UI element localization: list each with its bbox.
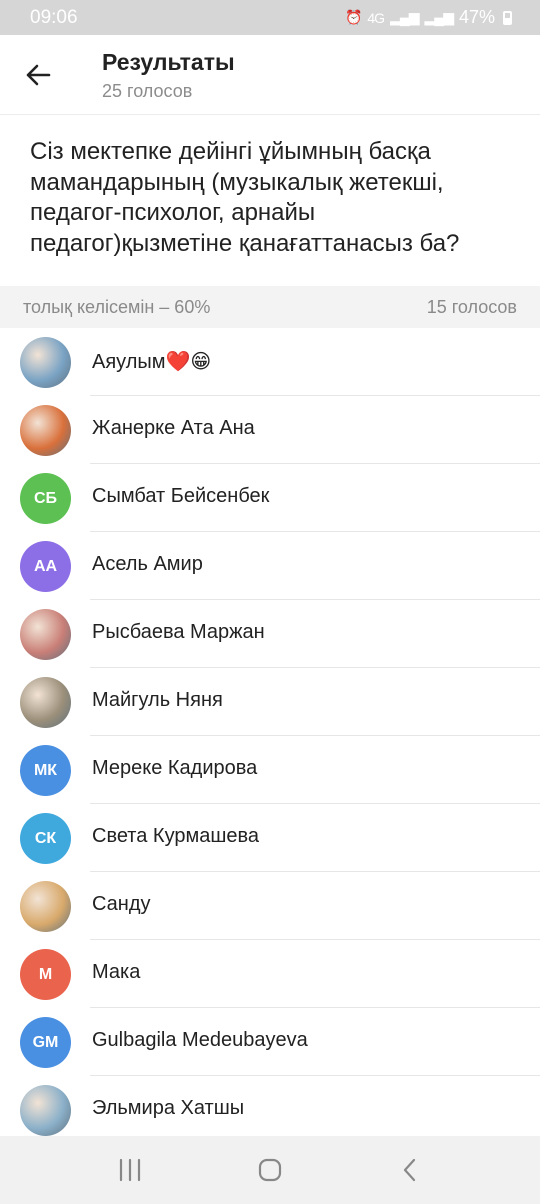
voter-row[interactable]: СБ Сымбат Бейсенбек [0, 464, 540, 532]
voter-name: Мереке Кадирова [92, 757, 258, 779]
nav-back-button[interactable] [380, 1150, 440, 1190]
voter-name: Майгуль Няня [92, 689, 223, 711]
voter-row[interactable]: МК Мереке Кадирова [0, 736, 540, 804]
avatar-photo [20, 609, 71, 660]
page-title: Результаты [102, 49, 235, 75]
voter-row[interactable]: СК Света Курмашева [0, 804, 540, 872]
voter-row[interactable]: GM Gulbagila Medeubayeva [0, 1008, 540, 1076]
avatar-photo [20, 405, 71, 456]
avatar-initials: АА [20, 541, 71, 592]
recent-apps-button[interactable] [100, 1150, 160, 1190]
avatar-initials: М [20, 949, 71, 1000]
voter-name: Жанерке Ата Ана [92, 417, 255, 439]
voter-name: Асель Амир [92, 553, 203, 575]
voter-row[interactable]: М Мака [0, 940, 540, 1008]
voter-name: Санду [92, 893, 151, 915]
avatar-initials: СК [20, 813, 71, 864]
voter-name: Сымбат Бейсенбек [92, 485, 270, 507]
avatar-initials: МК [20, 745, 71, 796]
recent-apps-icon [119, 1158, 141, 1182]
voter-name: Света Курмашева [92, 825, 260, 847]
avatar-photo [20, 337, 71, 388]
option-votes: 15 голосов [426, 296, 517, 317]
avatar-photo [20, 881, 71, 932]
avatar-photo [20, 1085, 71, 1136]
voter-name: Аяулым❤️😁 [92, 351, 212, 373]
nav-back-icon [403, 1158, 416, 1182]
voter-name: Рысбаева Маржан [92, 621, 265, 643]
voter-name: Мака [92, 961, 141, 983]
voter-row[interactable]: Жанерке Ата Ана [0, 396, 540, 464]
app-header: Результаты 25 голосов [0, 35, 540, 115]
status-bar: 09:06 ⏰ 4G ▂▄▆ ▂▄▆ 47% [0, 0, 540, 35]
alarm-icon: ⏰ [344, 9, 362, 25]
status-time: 09:06 [30, 6, 78, 28]
system-nav-bar [0, 1136, 540, 1204]
battery-icon [503, 10, 512, 25]
avatar-photo [20, 677, 71, 728]
voter-row[interactable]: Эльмира Хатшы [0, 1076, 540, 1144]
voter-name: Эльмира Хатшы [92, 1097, 245, 1119]
option-label: толық келісемін – 60% [23, 296, 211, 317]
poll-question: Сіз мектепке дейінгі ұйымның басқа маман… [30, 138, 460, 257]
vote-count: 25 голосов [102, 81, 193, 101]
signal-icon-2: ▂▄▆ [424, 9, 454, 25]
voter-row[interactable]: Майгуль Няня [0, 668, 540, 736]
battery-percent: 47% [458, 7, 495, 27]
status-icons: ⏰ 4G ▂▄▆ ▂▄▆ 47% [345, 7, 512, 28]
voter-row[interactable]: Санду [0, 872, 540, 940]
home-button[interactable] [240, 1150, 300, 1190]
avatar-initials: СБ [20, 473, 71, 524]
voters-list: Аяулым❤️😁 Жанерке Ата Ана СБ Сымбат Бейсенб… [0, 328, 540, 1144]
signal-icon: ▂▄▆ [390, 9, 419, 25]
voter-row[interactable]: Аяулым❤️😁 [0, 328, 540, 396]
arrow-left-icon [26, 64, 51, 86]
network-type-label: 4G [367, 9, 385, 26]
voter-name: Gulbagila Medeubayeva [92, 1029, 308, 1051]
home-icon [258, 1158, 282, 1182]
avatar-initials: GM [20, 1017, 71, 1068]
voter-row[interactable]: Рысбаева Маржан [0, 600, 540, 668]
back-button[interactable] [18, 55, 58, 95]
option-section-header: толық келісемін – 60% 15 голосов [0, 286, 540, 328]
voter-row[interactable]: АА Асель Амир [0, 532, 540, 600]
